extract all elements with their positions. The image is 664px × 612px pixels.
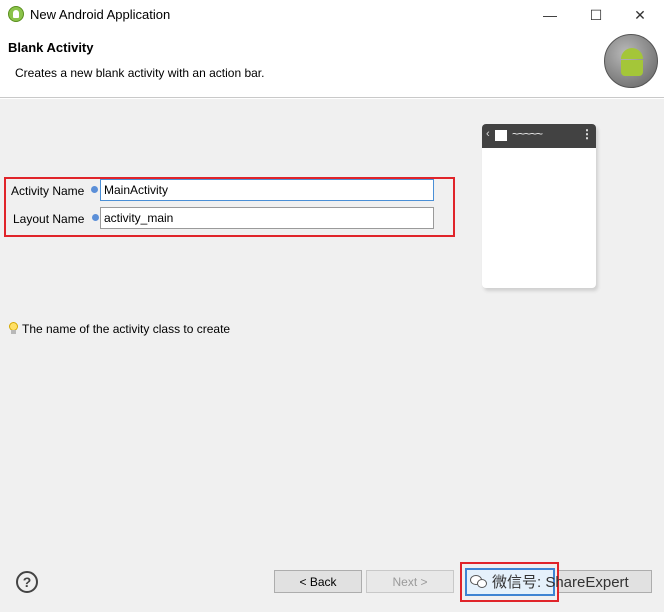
lightbulb-icon xyxy=(9,322,18,334)
preview-action-bar: ‹ ~~~~~ ⋮ xyxy=(482,124,596,148)
wizard-header: Blank Activity Creates a new blank activ… xyxy=(0,30,664,98)
activity-name-field[interactable] xyxy=(100,179,434,201)
minimize-button[interactable]: — xyxy=(528,0,572,30)
android-logo-icon xyxy=(604,34,658,88)
watermark: 微信号: ShareExpert xyxy=(470,571,629,592)
watermark-text: 微信号: ShareExpert xyxy=(492,574,629,591)
close-button[interactable]: ✕ xyxy=(618,0,662,30)
activity-name-label: Activity Name xyxy=(11,184,85,198)
page-description: Creates a new blank activity with an act… xyxy=(15,66,265,80)
info-icon xyxy=(92,214,99,221)
activity-preview: ‹ ~~~~~ ⋮ xyxy=(482,124,596,288)
layout-name-field[interactable] xyxy=(100,207,434,229)
maximize-button[interactable]: ☐ xyxy=(574,0,618,30)
layout-name-label: Layout Name xyxy=(13,212,85,226)
app-square-icon xyxy=(495,130,507,141)
help-icon[interactable]: ? xyxy=(16,571,38,593)
android-app-icon xyxy=(8,6,24,22)
overflow-menu-icon: ⋮ xyxy=(581,127,593,141)
info-icon xyxy=(91,186,98,193)
back-icon: ‹ xyxy=(486,128,490,140)
page-title: Blank Activity xyxy=(8,40,94,55)
back-button[interactable]: < Back xyxy=(274,570,362,593)
wechat-icon xyxy=(470,574,488,590)
title-bar: New Android Application — ☐ ✕ xyxy=(0,0,664,30)
window-title: New Android Application xyxy=(30,7,171,22)
title-placeholder-icon: ~~~~~ xyxy=(512,127,543,141)
next-button[interactable]: Next > xyxy=(366,570,454,593)
hint-text: The name of the activity class to create xyxy=(22,322,231,336)
android-robot-icon xyxy=(619,48,645,76)
